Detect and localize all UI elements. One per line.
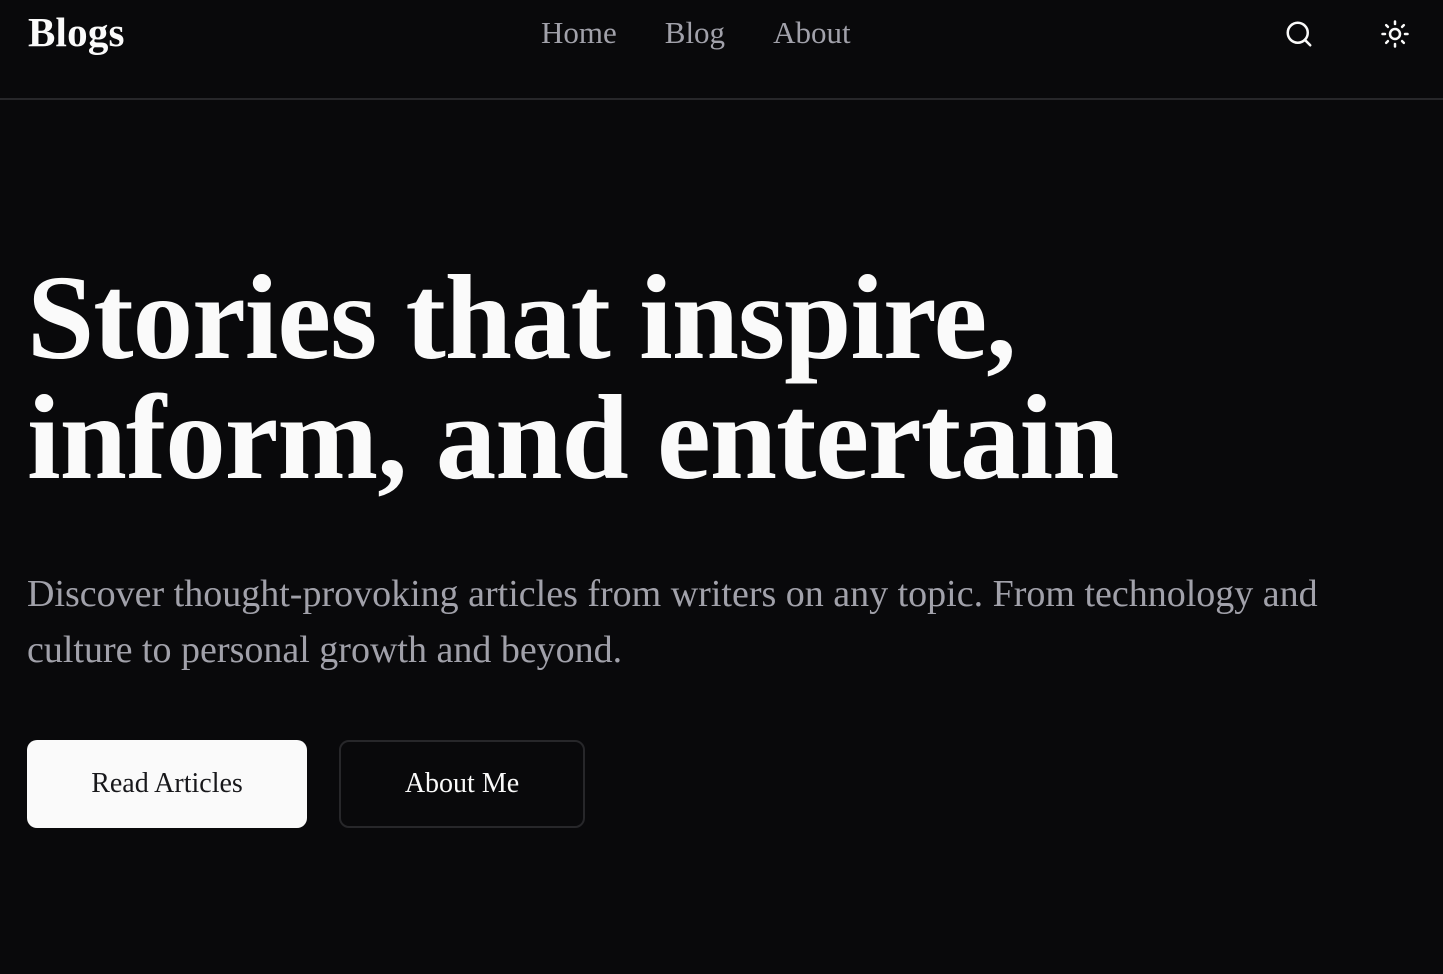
hero-title-line-2: inform, and entertain	[27, 371, 1119, 505]
sun-icon	[1381, 20, 1409, 48]
site-logo[interactable]: Blogs	[28, 8, 125, 56]
hero-heading-wrapper: Stories that inspire, inform, and entert…	[27, 258, 1407, 499]
about-me-button[interactable]: About Me	[339, 740, 585, 828]
nav-link-about[interactable]: About	[773, 15, 851, 51]
read-articles-button[interactable]: Read Articles	[27, 740, 307, 828]
nav-link-home[interactable]: Home	[541, 15, 617, 51]
site-header: Blogs Home Blog About	[0, 0, 1443, 100]
theme-toggle-button[interactable]	[1375, 14, 1415, 54]
search-button[interactable]	[1279, 14, 1319, 54]
nav-link-blog[interactable]: Blog	[665, 15, 725, 51]
hero-title-line-1: Stories that inspire,	[27, 251, 1016, 385]
search-icon	[1286, 21, 1312, 47]
hero-subtitle: Discover thought-provoking articles from…	[27, 573, 1318, 671]
hero-title: Stories that inspire, inform, and entert…	[27, 258, 1347, 499]
main-nav: Home Blog About	[541, 15, 899, 51]
